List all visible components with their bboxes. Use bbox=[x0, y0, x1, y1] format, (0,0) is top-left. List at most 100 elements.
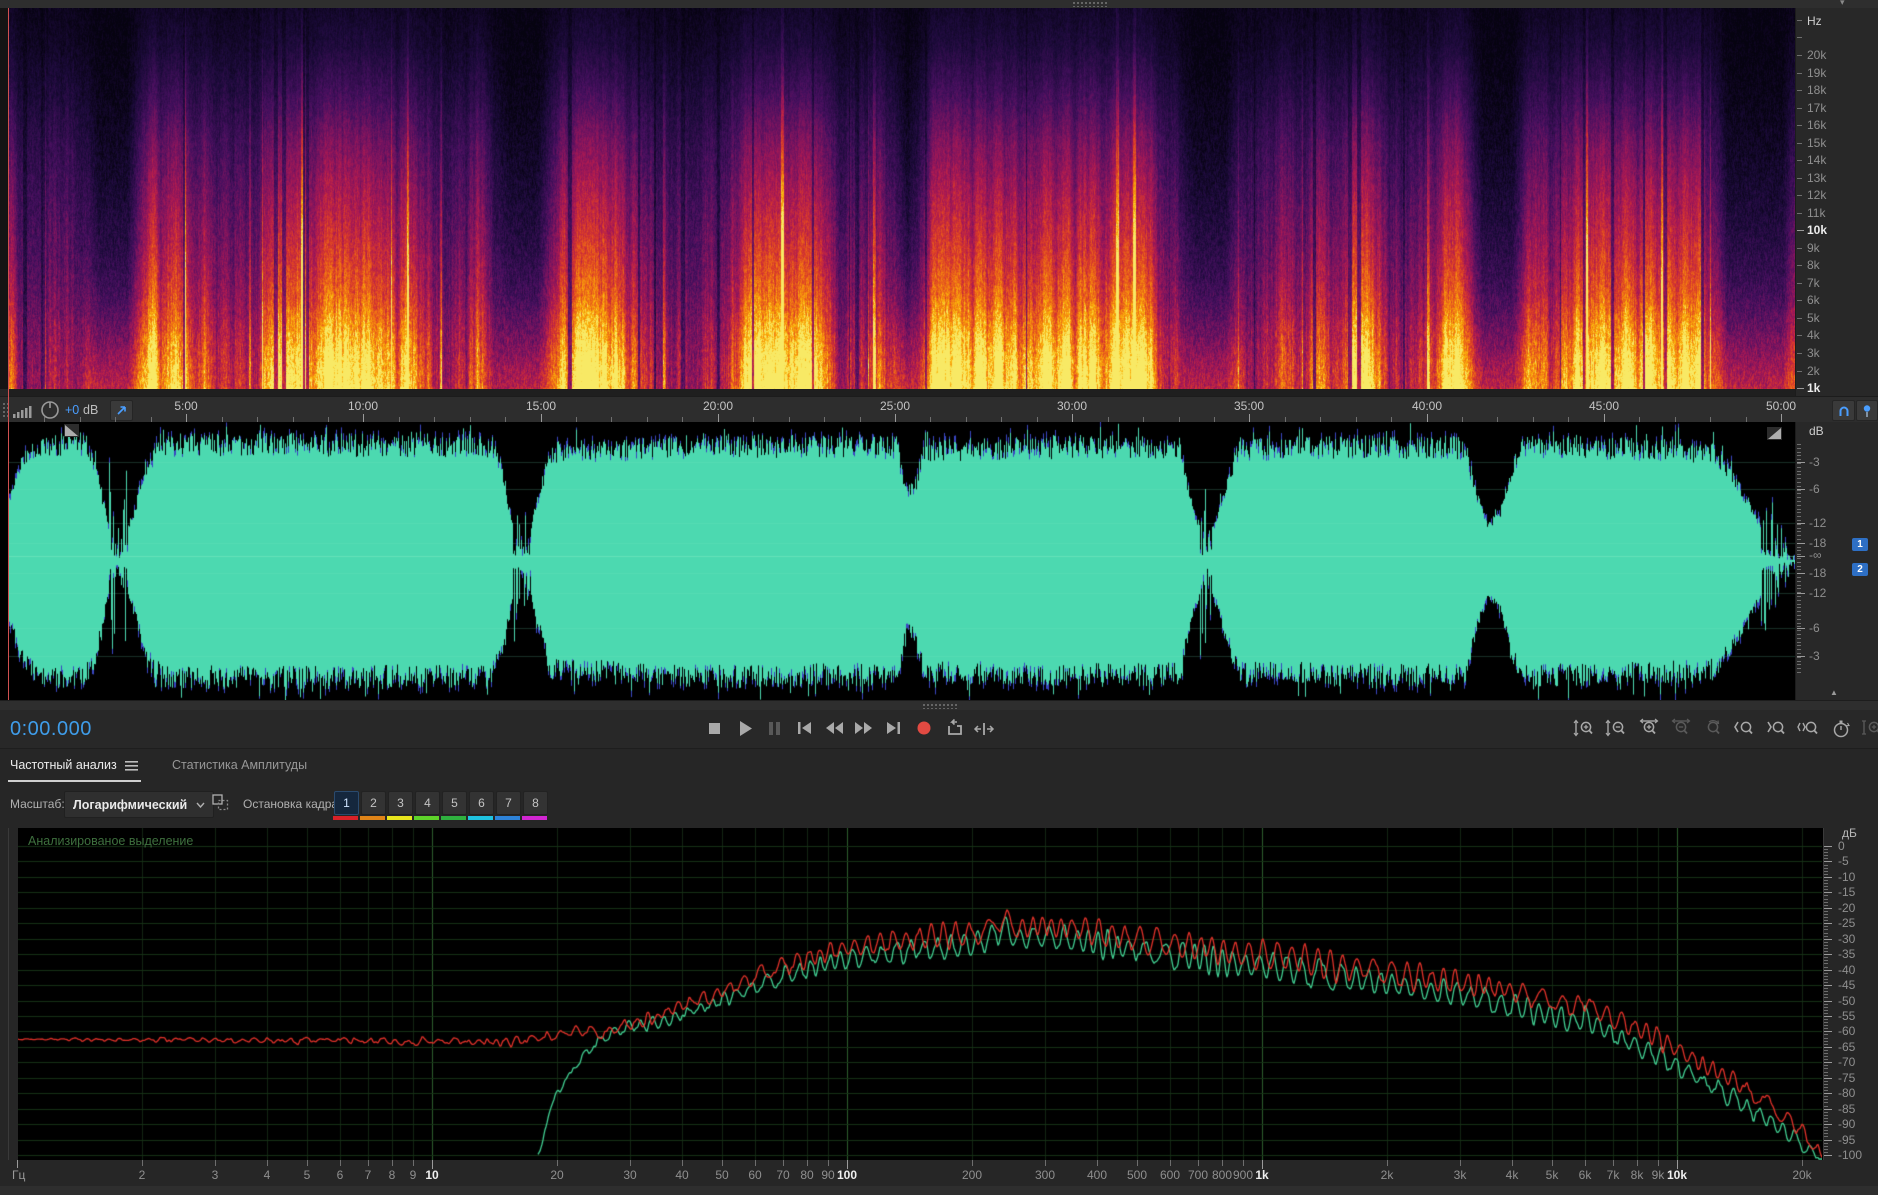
frame-hold-button-2[interactable]: 2 bbox=[361, 791, 386, 815]
move-playhead-button[interactable] bbox=[970, 715, 997, 741]
db-ruler-tick bbox=[1824, 917, 1828, 918]
time-display[interactable]: 0:00.000 bbox=[10, 718, 92, 741]
db-ruler-tick bbox=[1824, 883, 1828, 884]
frame-hold-color-bar bbox=[333, 816, 358, 820]
frame-hold-button-4[interactable]: 4 bbox=[415, 791, 440, 815]
skip-to-start-button[interactable] bbox=[790, 715, 817, 741]
ruler-tick bbox=[1797, 569, 1801, 570]
zoom-in-amplitude-button[interactable] bbox=[1570, 715, 1597, 741]
zoom-tool-button[interactable] bbox=[1858, 715, 1878, 741]
frame-hold-button-1[interactable]: 1 bbox=[334, 791, 359, 815]
amplitude-tick-label: -18 bbox=[1809, 566, 1827, 580]
frame-hold-color-bar bbox=[414, 816, 439, 820]
db-tick-label: -50 bbox=[1838, 994, 1856, 1008]
spectrogram-display[interactable] bbox=[9, 8, 1795, 389]
db-ruler-tick bbox=[1824, 1078, 1832, 1079]
freq-tick-label: 700 bbox=[1187, 1168, 1209, 1182]
freq-axis-tick bbox=[1222, 1160, 1223, 1166]
db-tick-label: -20 bbox=[1838, 901, 1856, 915]
frequency-ruler[interactable]: Hz 20k 19k 18k 17k 16k 15k 14k 13k 12k 11k 10k 9k 8k… bbox=[1795, 8, 1878, 396]
pause-icon bbox=[768, 722, 780, 735]
chevron-down-icon[interactable]: ▾ bbox=[1840, 0, 1845, 8]
fade-out-handle[interactable] bbox=[1767, 427, 1782, 440]
ruler-tick bbox=[1797, 543, 1805, 544]
timeline-label: 20:00 bbox=[702, 399, 734, 413]
tab-frequency-analysis[interactable]: Частотный анализ bbox=[10, 758, 117, 772]
freq-tick-label: 2k bbox=[1380, 1168, 1394, 1182]
timeline-label: 30:00 bbox=[1056, 399, 1088, 413]
ruler-tick bbox=[1797, 178, 1802, 179]
db-ruler-tick bbox=[1824, 1004, 1828, 1005]
zoom-full-reset-button[interactable] bbox=[1698, 715, 1725, 741]
loop-playback-button[interactable] bbox=[940, 715, 967, 741]
zoom-to-selection-button[interactable] bbox=[1794, 715, 1821, 741]
channel-2-badge[interactable]: 2 bbox=[1852, 563, 1868, 576]
ruler-tick bbox=[1797, 615, 1801, 616]
loop-range-button[interactable] bbox=[1832, 400, 1855, 421]
db-ruler-tick bbox=[1824, 1044, 1828, 1045]
ruler-tick bbox=[1797, 672, 1801, 673]
zoom-in-at-out-point-button[interactable] bbox=[1762, 715, 1789, 741]
amplitude-ruler-unit: dB bbox=[1809, 424, 1824, 438]
fast-forward-button[interactable] bbox=[850, 715, 877, 741]
zoom-out-time-button[interactable] bbox=[1666, 715, 1693, 741]
waveform-display[interactable] bbox=[0, 422, 1795, 700]
db-ruler-tick bbox=[1824, 871, 1828, 872]
db-tick-label: -90 bbox=[1838, 1117, 1856, 1131]
db-ruler-tick bbox=[1824, 1109, 1832, 1110]
frame-hold-button-7[interactable]: 7 bbox=[496, 791, 521, 815]
ruler-tick bbox=[1797, 318, 1802, 319]
panel-divider-top[interactable]: ▾ bbox=[0, 0, 1878, 8]
tab-amplitude-statistics[interactable]: Статистика Амплитуды bbox=[172, 758, 307, 772]
db-ruler-tick bbox=[1824, 1118, 1828, 1119]
playhead[interactable] bbox=[8, 8, 9, 700]
db-ruler-tick bbox=[1824, 1053, 1828, 1054]
frequency-plot-canvas[interactable] bbox=[18, 828, 1822, 1160]
pause-button[interactable] bbox=[760, 715, 787, 741]
freq-axis-tick bbox=[17, 1160, 18, 1168]
zoom-tool-icon bbox=[1861, 720, 1878, 735]
db-ruler-tick bbox=[1824, 997, 1828, 998]
frame-hold-button-6[interactable]: 6 bbox=[469, 791, 494, 815]
ruler-tick bbox=[1797, 509, 1801, 510]
freq-tick-label: 8k bbox=[1630, 1168, 1644, 1182]
zoom-in-amplitude-icon bbox=[1573, 719, 1593, 737]
zoom-toolbar bbox=[1570, 715, 1878, 741]
rewind-button[interactable] bbox=[820, 715, 847, 741]
ruler-tick bbox=[1797, 493, 1801, 494]
freq-axis-tick bbox=[1585, 1160, 1586, 1166]
restore-default-zoom-button[interactable] bbox=[1826, 715, 1853, 741]
db-ruler-tick bbox=[1824, 1112, 1828, 1113]
db-ruler-tick bbox=[1824, 914, 1828, 915]
fade-in-handle[interactable] bbox=[64, 424, 79, 437]
freq-axis-tick bbox=[682, 1160, 683, 1166]
stop-button[interactable] bbox=[700, 715, 727, 741]
transport-bar: 0:00.000 bbox=[0, 710, 1878, 748]
marker-pin-button[interactable] bbox=[1856, 400, 1878, 421]
skip-to-end-button[interactable] bbox=[880, 715, 907, 741]
zoom-out-time-icon bbox=[1671, 718, 1690, 735]
frame-hold-button-3[interactable]: 3 bbox=[388, 791, 413, 815]
frame-hold-button-8[interactable]: 8 bbox=[523, 791, 548, 815]
channel-1-badge[interactable]: 1 bbox=[1852, 538, 1868, 551]
db-ruler-tick bbox=[1824, 957, 1828, 958]
db-ruler-tick bbox=[1824, 1143, 1828, 1144]
ruler-tick bbox=[1797, 611, 1801, 612]
play-button[interactable] bbox=[730, 715, 757, 741]
panel-menu-icon[interactable] bbox=[125, 761, 138, 771]
zoom-in-time-button[interactable] bbox=[1634, 715, 1661, 741]
scroll-up-icon[interactable]: ▲ bbox=[1830, 688, 1838, 697]
db-ruler-tick bbox=[1824, 892, 1832, 893]
amplitude-ruler[interactable]: dB 1 2 ▲ -3 -6 -12 -18 -∞ -18 -12 -6 -3 bbox=[1795, 422, 1878, 700]
ruler-tick bbox=[1797, 463, 1801, 464]
spectrogram-scroll-strip[interactable] bbox=[9, 389, 1795, 396]
waveform-canvas[interactable] bbox=[9, 422, 1795, 700]
record-button[interactable] bbox=[910, 715, 937, 741]
timeline-ruler[interactable]: +0 dB 5:00 10:00 15:00 20:00 25:00 30:00 35:00… bbox=[0, 396, 1878, 424]
ruler-tick bbox=[1797, 588, 1801, 589]
zoom-out-amplitude-button[interactable] bbox=[1602, 715, 1629, 741]
zoom-in-at-in-point-button[interactable] bbox=[1730, 715, 1757, 741]
db-ruler-tick bbox=[1824, 1019, 1828, 1020]
frame-hold-button-5[interactable]: 5 bbox=[442, 791, 467, 815]
freq-axis-tick bbox=[1387, 1160, 1388, 1166]
